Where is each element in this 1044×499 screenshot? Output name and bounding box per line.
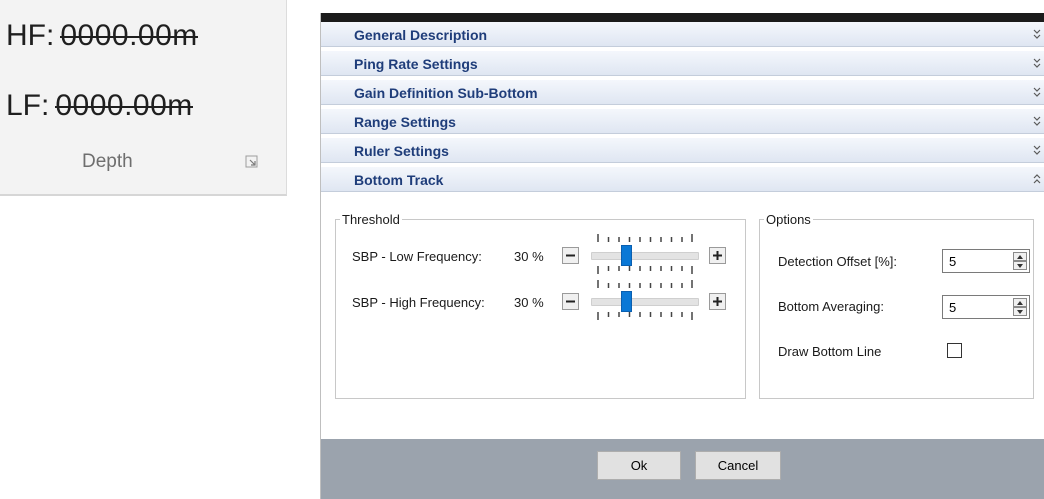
bottom-averaging-down-button[interactable] — [1013, 307, 1027, 316]
screen: HF: 0000.00m LF: 0000.00m Depth General De… — [0, 0, 1044, 499]
depth-ribbon-group: HF: 0000.00m LF: 0000.00m Depth — [0, 0, 287, 196]
arrow-up-icon — [1017, 300, 1023, 305]
section-range-settings[interactable]: Range Settings — [321, 109, 1044, 134]
dialog-title-bar — [321, 13, 1044, 22]
bottom-averaging-spinner[interactable]: 5 — [942, 295, 1030, 319]
slider-ticks-top — [597, 234, 693, 242]
hf-depth-value: 0000.00m — [60, 19, 198, 52]
sbp-low-frequency-value: 30 % — [514, 249, 544, 264]
detection-offset-spinner[interactable]: 5 — [942, 249, 1030, 273]
section-title: Ping Rate Settings — [354, 56, 478, 72]
arrow-down-icon — [1017, 309, 1023, 314]
draw-bottom-line-label: Draw Bottom Line — [778, 344, 882, 359]
chevron-down-icon — [1033, 87, 1041, 97]
section-ruler-settings[interactable]: Ruler Settings — [321, 138, 1044, 163]
draw-bottom-line-checkbox[interactable] — [947, 343, 962, 358]
minus-icon — [566, 300, 575, 303]
sbp-high-frequency-value: 30 % — [514, 295, 544, 310]
section-ping-rate-settings[interactable]: Ping Rate Settings — [321, 51, 1044, 76]
dialog-launcher-icon[interactable] — [245, 155, 259, 169]
slider-ticks-top — [597, 280, 693, 288]
chevron-up-icon — [1033, 174, 1041, 184]
section-title: Bottom Track — [354, 172, 444, 188]
hf-depth-readout: HF: 0000.00m — [6, 19, 198, 53]
sbp-low-frequency-label: SBP - Low Frequency: — [352, 249, 482, 264]
cancel-button[interactable]: Cancel — [695, 451, 781, 480]
section-title: Gain Definition Sub-Bottom — [354, 85, 538, 101]
section-title: Range Settings — [354, 114, 456, 130]
detection-offset-value[interactable]: 5 — [949, 254, 956, 269]
sbp-low-decrease-button[interactable] — [562, 247, 579, 264]
arrow-up-icon — [1017, 254, 1023, 259]
sbp-high-frequency-label: SBP - High Frequency: — [352, 295, 485, 310]
sbp-high-increase-button[interactable] — [709, 293, 726, 310]
section-bottom-track[interactable]: Bottom Track — [321, 167, 1044, 192]
ok-button[interactable]: Ok — [597, 451, 681, 480]
depth-group-caption: Depth — [82, 151, 133, 172]
bottom-track-panel: Threshold SBP - Low Frequency: 30 % SBP … — [321, 199, 1044, 439]
bottom-averaging-value[interactable]: 5 — [949, 300, 956, 315]
sbp-low-frequency-slider[interactable] — [591, 252, 699, 260]
sbp-high-decrease-button[interactable] — [562, 293, 579, 310]
detection-offset-label: Detection Offset [%]: — [778, 254, 897, 269]
sbp-high-frequency-slider[interactable] — [591, 298, 699, 306]
detection-offset-up-button[interactable] — [1013, 252, 1027, 261]
plus-icon — [713, 251, 722, 260]
arrow-down-icon — [1017, 263, 1023, 268]
chevron-down-icon — [1033, 29, 1041, 39]
chevron-down-icon — [1033, 58, 1041, 68]
section-title: General Description — [354, 27, 488, 43]
section-gain-definition-sub-bottom[interactable]: Gain Definition Sub-Bottom — [321, 80, 1044, 105]
chevron-down-icon — [1033, 116, 1041, 126]
section-general-description[interactable]: General Description — [321, 22, 1044, 47]
section-title: Ruler Settings — [354, 143, 449, 159]
sbp-high-frequency-slider-thumb[interactable] — [620, 291, 632, 312]
plus-icon — [713, 297, 722, 306]
minus-icon — [566, 254, 575, 257]
bottom-averaging-label: Bottom Averaging: — [778, 299, 884, 314]
lf-depth-readout: LF: 0000.00m — [6, 89, 193, 123]
lf-label: LF: — [6, 89, 50, 122]
hf-label: HF: — [6, 19, 55, 52]
sbp-low-frequency-slider-thumb[interactable] — [620, 245, 632, 266]
detection-offset-down-button[interactable] — [1013, 261, 1027, 270]
settings-dialog: General Description Ping Rate Settings G… — [320, 13, 1044, 499]
slider-ticks-bottom — [597, 312, 693, 320]
dialog-footer: Ok Cancel — [321, 439, 1044, 499]
threshold-legend: Threshold — [342, 212, 400, 227]
lf-depth-value: 0000.00m — [55, 89, 193, 122]
bottom-averaging-up-button[interactable] — [1013, 298, 1027, 307]
options-legend: Options — [766, 212, 811, 227]
sbp-low-increase-button[interactable] — [709, 247, 726, 264]
chevron-down-icon — [1033, 145, 1041, 155]
slider-ticks-bottom — [597, 266, 693, 274]
